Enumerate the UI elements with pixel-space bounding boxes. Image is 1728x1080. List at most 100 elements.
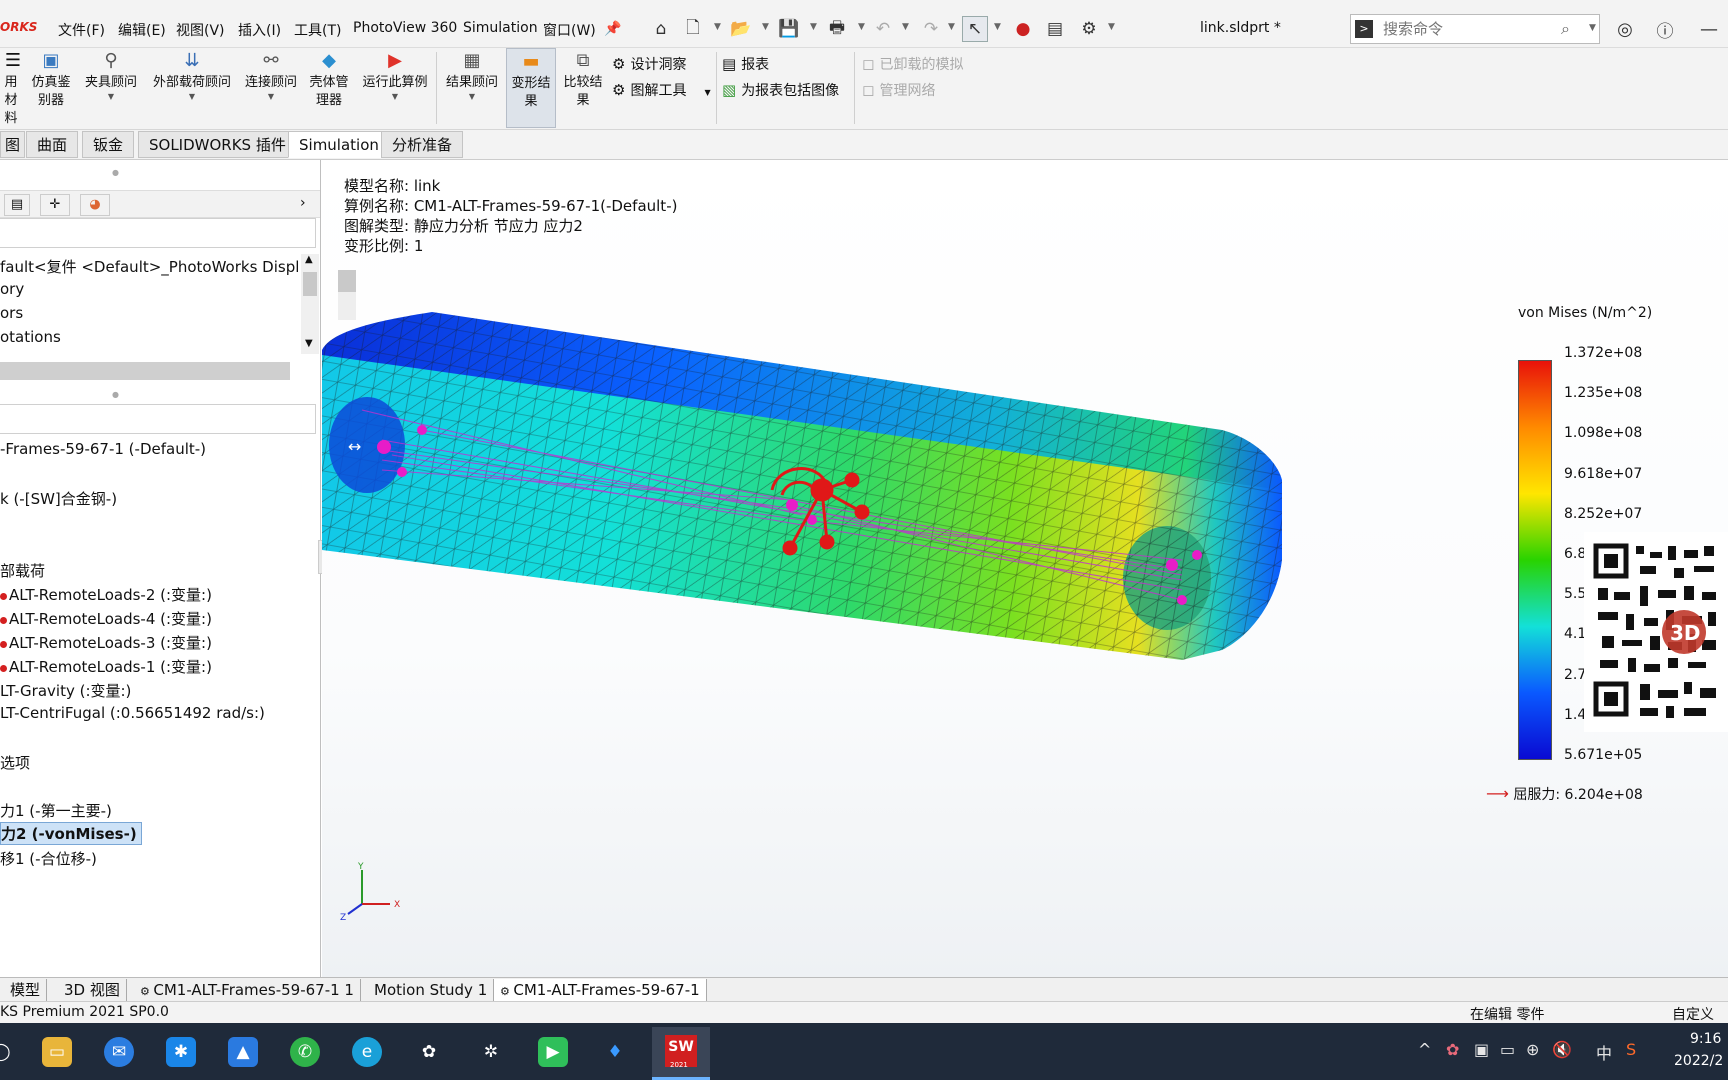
tab-model[interactable]: 模型 [0, 979, 48, 1001]
undo-icon[interactable]: ↶ [870, 16, 896, 42]
apply-material-button[interactable]: ☰ 用材料 [0, 48, 26, 128]
messaging-app-icon[interactable]: ✉ [104, 1037, 134, 1067]
file-explorer-icon[interactable]: ▭ [42, 1037, 72, 1067]
chevron-down-icon[interactable]: ▼ [240, 92, 302, 102]
search-input[interactable] [1383, 19, 1553, 39]
display-manager-tab-icon[interactable]: ◕ [80, 194, 110, 216]
tray-app-icon[interactable]: S [1626, 1040, 1636, 1059]
menu-edit[interactable]: 编辑(E) [118, 20, 166, 40]
tray-app-icon[interactable]: ▣ [1474, 1040, 1489, 1059]
report-button[interactable]: ▤ 报表 [722, 54, 769, 74]
filter-box[interactable] [0, 218, 316, 248]
plot-tools-button[interactable]: ⚙ 图解工具 ▼ [612, 80, 711, 100]
tab-drawing[interactable]: 图 [0, 131, 26, 158]
media-player-icon[interactable]: ▶ [538, 1037, 568, 1067]
study-item-part[interactable]: k (-[SW]合金钢-) [0, 488, 117, 509]
design-insight-button[interactable]: ⚙ 设计洞察 [612, 54, 686, 74]
unloaded-simulations-button[interactable]: ◻ 已卸载的模拟 [862, 54, 963, 74]
study-item-options[interactable]: 选项 [0, 752, 30, 773]
graphics-viewport[interactable]: 模型名称: link 算例名称: CM1-ALT-Frames-59-67-1(… [322, 160, 1728, 978]
options-gear-icon[interactable]: ⚙ [1076, 16, 1102, 42]
chevron-down-icon[interactable]: ▼ [810, 22, 817, 32]
start-icon[interactable]: ◯ [0, 1037, 16, 1067]
open-folder-icon[interactable]: 📂 [728, 16, 754, 42]
tree-scrollbar[interactable]: ▲ ▼ [301, 254, 319, 354]
chevron-down-icon[interactable]: ▼ [948, 22, 955, 32]
tab-surfaces[interactable]: 曲面 [26, 131, 79, 158]
app-icon[interactable]: ✿ [414, 1037, 444, 1067]
study-item-remote-load-3[interactable]: ALT-RemoteLoads-3 (:变量:) [0, 632, 212, 653]
minimize-icon[interactable]: — [1696, 16, 1722, 42]
chevron-down-icon[interactable]: ▼ [305, 338, 313, 349]
tab-motion-study[interactable]: Motion Study 1 [368, 979, 495, 1001]
save-icon[interactable]: 💾 [776, 16, 802, 42]
chevron-down-icon[interactable]: ▼ [994, 22, 1001, 32]
volume-muted-icon[interactable]: 🔇 [1552, 1040, 1572, 1059]
tab-3d-view[interactable]: 3D 视图 [58, 979, 127, 1001]
chevron-down-icon[interactable]: ▼ [440, 92, 504, 102]
splitter-handle-icon[interactable]: ● [112, 390, 119, 399]
result-stress1[interactable]: 力1 (-第一主要-) [0, 800, 112, 821]
print-icon[interactable]: 🖶 [824, 16, 850, 42]
property-manager-tab-icon[interactable]: ▤ [4, 194, 30, 216]
chevron-right-icon[interactable]: › [300, 195, 306, 211]
tab-analysis-preparation[interactable]: 分析准备 [381, 131, 464, 158]
solidworks-taskbar-button[interactable]: SW 2021 [652, 1027, 710, 1080]
chevron-down-icon[interactable]: ▼ [1108, 22, 1115, 32]
fixtures-advisor-button[interactable]: ⚲ 夹具顾问 ▼ [80, 48, 142, 128]
tab-active-study[interactable]: ⚙ CM1-ALT-Frames-59-67-1 [494, 979, 707, 1001]
external-loads-advisor-button[interactable]: ⇊ 外部载荷顾问 ▼ [146, 48, 238, 128]
menu-simulation[interactable]: Simulation [463, 20, 538, 36]
battery-icon[interactable]: ▭ [1500, 1040, 1515, 1059]
study-item-remote-load-4[interactable]: ALT-RemoteLoads-4 (:变量:) [0, 608, 212, 629]
study-item-remote-load-1[interactable]: ALT-RemoteLoads-1 (:变量:) [0, 656, 212, 677]
network-globe-icon[interactable]: ⊕ [1526, 1040, 1539, 1059]
simulation-advisor-button[interactable]: ▣ 仿真鉴别器 [28, 48, 74, 128]
tab-study-1[interactable]: ⚙ CM1-ALT-Frames-59-67-1 1 [134, 979, 361, 1001]
tab-solidworks-addins[interactable]: SOLIDWORKS 插件 [138, 131, 297, 158]
menu-insert[interactable]: 插入(I) [238, 20, 281, 40]
photos-app-icon[interactable]: ▲ [228, 1037, 258, 1067]
results-advisor-button[interactable]: ▦ 结果顾问 ▼ [440, 48, 504, 128]
tree-item-annotations[interactable]: otations [0, 328, 61, 346]
chevron-down-icon[interactable]: ▼ [762, 22, 769, 32]
tab-simulation[interactable]: Simulation [288, 131, 390, 158]
chevron-down-icon[interactable]: ▼ [714, 22, 721, 32]
tree-item-display-state[interactable]: fault<复件 <Default>_PhotoWorks Display [0, 256, 300, 277]
include-image-button[interactable]: ▧ 为报表包括图像 [722, 80, 839, 100]
app-icon[interactable]: ✱ [166, 1037, 196, 1067]
edge-browser-icon[interactable]: e [352, 1037, 382, 1067]
chevron-down-icon[interactable]: ▼ [146, 92, 238, 102]
clock-date[interactable]: 2022/2 [1674, 1053, 1723, 1069]
horizontal-scrollbar[interactable] [0, 362, 290, 380]
study-filter-box[interactable] [0, 404, 316, 434]
tray-app-icon[interactable]: ✿ [1446, 1040, 1459, 1059]
result-stress2-selected[interactable]: 力2 (-vonMises-) [0, 822, 142, 845]
study-item-gravity[interactable]: LT-Gravity (:变量:) [0, 680, 131, 701]
home-icon[interactable]: ⌂ [648, 16, 674, 42]
splitter-handle-icon[interactable]: ● [112, 168, 119, 177]
wechat-icon[interactable]: ✆ [290, 1037, 320, 1067]
chevron-down-icon[interactable]: ▼ [80, 92, 142, 102]
clock-time[interactable]: 9:16 [1690, 1031, 1721, 1047]
manage-network-button[interactable]: ◻ 管理网络 [862, 80, 935, 100]
study-item-remote-load-2[interactable]: ALT-RemoteLoads-2 (:变量:) [0, 584, 212, 605]
shell-manager-button[interactable]: ◆ 壳体管理器 [306, 48, 352, 128]
traffic-light-icon[interactable]: ● [1010, 16, 1036, 42]
menu-tools[interactable]: 工具(T) [294, 20, 341, 40]
chevron-down-icon[interactable]: ▼ [704, 88, 710, 97]
compare-results-button[interactable]: ⧉ 比较结果 [560, 48, 606, 128]
run-study-button[interactable]: ▶ 运行此算例 ▼ [358, 48, 432, 128]
study-item-external-loads[interactable]: 部载荷 [0, 560, 45, 581]
new-document-icon[interactable]: 🗋 [680, 16, 706, 42]
tab-sheet-metal[interactable]: 钣金 [82, 131, 135, 158]
chevron-up-icon[interactable]: ▲ [305, 254, 313, 265]
bird-app-icon[interactable]: ♦ [600, 1037, 630, 1067]
chevron-down-icon[interactable]: ▼ [858, 22, 865, 32]
deformed-result-button[interactable]: ▬ 变形结果 [506, 48, 556, 128]
tree-item-history[interactable]: ory [0, 280, 24, 298]
search-commands-box[interactable]: > ⌕ ▼ [1350, 14, 1600, 44]
units-custom-label[interactable]: 自定义 [1672, 1004, 1714, 1024]
result-displacement1[interactable]: 移1 (-合位移-) [0, 848, 97, 869]
scrollbar-thumb[interactable] [303, 272, 317, 296]
